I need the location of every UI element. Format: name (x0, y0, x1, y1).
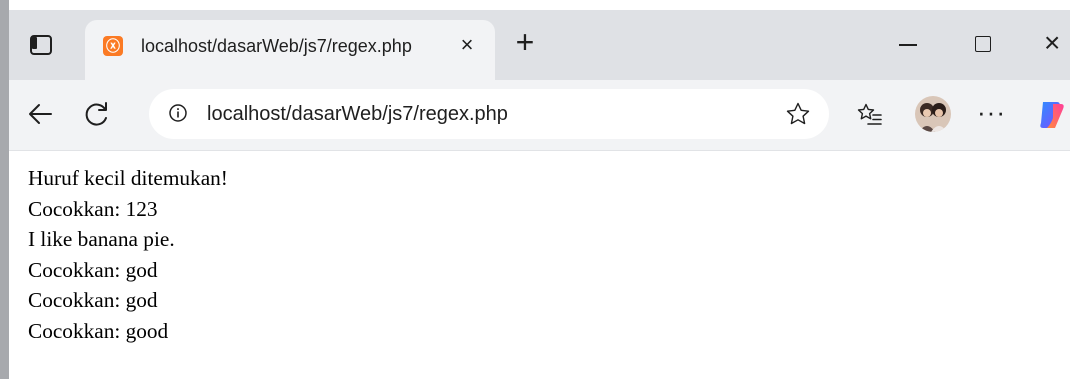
browser-window: ⓧ localhost/dasarWeb/js7/regex.php × + × (0, 0, 1070, 379)
tab-title: localhost/dasarWeb/js7/regex.php (141, 36, 412, 56)
copilot-icon[interactable] (1035, 98, 1069, 132)
back-button[interactable] (23, 96, 59, 132)
output-line: Cocokkan: 123 (28, 196, 158, 221)
favorites-icon[interactable] (857, 102, 883, 128)
info-icon[interactable] (169, 104, 187, 122)
profile-avatar[interactable] (915, 96, 951, 132)
output-line: Cocokkan: god (28, 257, 158, 282)
tab-actions-icon[interactable] (30, 35, 52, 55)
xampp-icon: ⓧ (103, 36, 123, 56)
tab-close-icon[interactable]: × (455, 33, 479, 57)
tab-active[interactable]: ⓧ localhost/dasarWeb/js7/regex.php × (85, 20, 495, 80)
output-line: Huruf kecil ditemukan! (28, 166, 228, 190)
minimize-icon[interactable] (899, 44, 917, 46)
output-line: Cocokkan: god (28, 288, 158, 313)
profile-photo-icon (915, 96, 951, 132)
output-line: I like banana pie. (28, 227, 175, 252)
reload-icon (85, 102, 107, 126)
tab-strip-top-margin (9, 0, 1070, 10)
more-options-icon[interactable]: ··· (977, 99, 1007, 125)
window-close-icon[interactable]: × (1044, 28, 1070, 58)
url-text[interactable]: localhost/dasarWeb/js7/regex.php (207, 101, 508, 127)
star-icon[interactable] (785, 101, 811, 127)
new-tab-button[interactable]: + (511, 26, 539, 58)
window-left-border (0, 0, 9, 379)
tab-actions-pane (32, 37, 37, 49)
arrow-left-icon (29, 104, 52, 124)
address-bar[interactable]: localhost/dasarWeb/js7/regex.php (149, 89, 829, 139)
output-line: Cocokkan: good (28, 318, 169, 343)
page-content: Huruf kecil ditemukan! Cocokkan: 123 I l… (28, 163, 1058, 347)
tab-strip: ⓧ localhost/dasarWeb/js7/regex.php × + × (9, 0, 1070, 80)
maximize-icon[interactable] (975, 36, 991, 52)
toolbar: localhost/dasarWeb/js7/regex.php ··· (9, 80, 1070, 151)
reload-button[interactable] (79, 96, 115, 132)
